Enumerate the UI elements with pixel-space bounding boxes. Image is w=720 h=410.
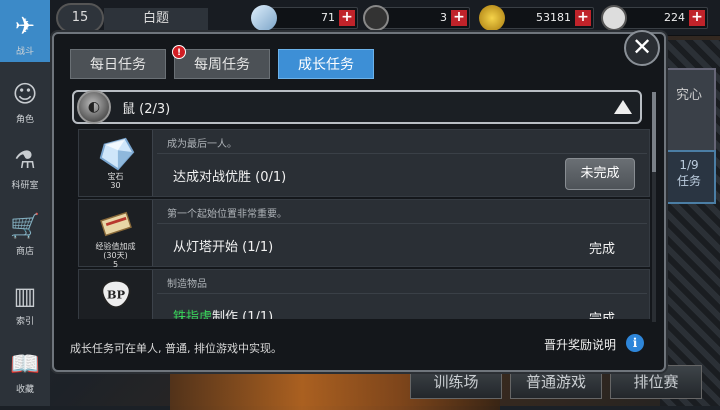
sidebar-item-character[interactable]: ☺ 角色 bbox=[0, 68, 50, 130]
quest-row: 经验值加成 (30天) 5 第一个起始位置非常重要。 从灯塔开始 (1/1) 完… bbox=[78, 199, 650, 269]
books-icon: ▥ bbox=[13, 282, 37, 310]
svg-text:BP: BP bbox=[106, 288, 125, 302]
sidebar-item-label: 角色 bbox=[15, 115, 34, 125]
quest-list[interactable]: 宝石 30 成为最后一人。 达成对战优胜 (0/1) 未完成 经验值加成 (30… bbox=[78, 129, 650, 319]
sidebar: ✈ 战斗 ☺ 角色 ⚗ 科研室 🛒 商店 ▥ 索引 📖 收藏 bbox=[0, 0, 50, 406]
reward-slot: BP bbox=[79, 270, 153, 319]
chevron-up-icon[interactable] bbox=[614, 100, 632, 114]
notification-badge: ! bbox=[172, 45, 186, 59]
divider bbox=[157, 153, 647, 154]
bp-reward-icon: BP bbox=[100, 279, 131, 309]
reward-count: 5 bbox=[112, 260, 119, 269]
add-chip-button[interactable]: + bbox=[451, 10, 467, 26]
close-button[interactable]: ✕ bbox=[624, 30, 660, 66]
quest-group-header[interactable]: ◐ 鼠 (2/3) bbox=[72, 90, 642, 124]
crystal-counter: 71 + bbox=[251, 5, 358, 31]
crystal-value: 71 bbox=[321, 11, 335, 24]
incomplete-button[interactable]: 未完成 bbox=[565, 158, 635, 190]
crystal-icon bbox=[251, 5, 277, 31]
background-panel-text: 究心 bbox=[675, 88, 702, 103]
character-icon: ☺ bbox=[12, 80, 38, 108]
lab-icon: ⚗ bbox=[14, 146, 36, 174]
battle-icon: ✈ bbox=[14, 12, 36, 40]
top-bar: 15 白题 71 + 3 + 53181 + 224 + bbox=[0, 0, 720, 36]
reward-label: 宝石 bbox=[107, 172, 124, 181]
reward-label: 经验值加成 bbox=[95, 242, 136, 251]
reward-slot: 经验值加成 (30天) 5 bbox=[79, 200, 153, 269]
bp-value: 224 bbox=[664, 11, 685, 24]
background-panel: 究心 bbox=[662, 68, 716, 158]
background-task-text: 1/9 任务 bbox=[676, 158, 701, 188]
quest-row: BP 制造物品 铁指虎制作 (1/1) 完成 bbox=[78, 269, 650, 319]
gold-value: 53181 bbox=[536, 11, 571, 24]
sidebar-item-label: 收藏 bbox=[15, 385, 34, 395]
quest-description: 制造物品 bbox=[167, 279, 207, 290]
sidebar-item-index[interactable]: ▥ 索引 bbox=[0, 270, 50, 332]
growth-quest-hint: 成长任务可在单人, 普通, 排位游戏中实现。 bbox=[70, 342, 282, 355]
coin-icon bbox=[479, 5, 505, 31]
tab-weekly[interactable]: 每周任务 bbox=[174, 49, 270, 79]
background-task-panel: 1/9 任务 bbox=[662, 150, 716, 204]
sidebar-item-lab[interactable]: ⚗ 科研室 bbox=[0, 134, 50, 196]
quest-dialog: 每日任务 每周任务 ! 成长任务 ◐ 鼠 (2/3) 宝石 30 成为最后一人。… bbox=[52, 32, 666, 372]
reward-sublabel: (30天) bbox=[103, 251, 128, 260]
sidebar-item-label: 索引 bbox=[15, 317, 34, 327]
quest-item-highlight: 铁指虎 bbox=[173, 310, 213, 319]
complete-status: 完成 bbox=[589, 308, 615, 319]
chip-value: 3 bbox=[440, 11, 447, 24]
bp-counter: 224 + bbox=[601, 5, 708, 31]
sidebar-item-label: 战斗 bbox=[15, 47, 34, 57]
quest-description: 第一个起始位置非常重要。 bbox=[167, 209, 287, 220]
cart-icon: 🛒 bbox=[10, 212, 40, 240]
chip-counter: 3 + bbox=[363, 5, 470, 31]
reward-slot: 宝石 30 bbox=[79, 130, 153, 196]
add-bp-button[interactable]: + bbox=[689, 10, 705, 26]
quest-description: 成为最后一人。 bbox=[167, 139, 237, 150]
player-rank: 白题 bbox=[104, 8, 208, 30]
sidebar-item-collection[interactable]: 📖 收藏 bbox=[0, 338, 50, 400]
quest-task-rest: 制作 (1/1) bbox=[212, 310, 274, 319]
quest-task: 从灯塔开始 (1/1) bbox=[173, 240, 274, 255]
exp-book-icon bbox=[99, 211, 132, 237]
tab-growth[interactable]: 成长任务 bbox=[278, 49, 374, 79]
sidebar-item-label: 科研室 bbox=[11, 181, 39, 191]
sidebar-item-battle[interactable]: ✈ 战斗 bbox=[0, 0, 50, 62]
quest-group-title: 鼠 (2/3) bbox=[122, 102, 171, 117]
promotion-reward-link[interactable]: 晋升奖励说明 bbox=[544, 336, 616, 353]
rat-avatar-icon: ◐ bbox=[77, 90, 111, 124]
reward-count: 30 bbox=[110, 181, 121, 190]
sidebar-item-label: 商店 bbox=[15, 247, 34, 257]
quest-row: 宝石 30 成为最后一人。 达成对战优胜 (0/1) 未完成 bbox=[78, 129, 650, 197]
sidebar-item-shop[interactable]: 🛒 商店 bbox=[0, 200, 50, 262]
add-crystal-button[interactable]: + bbox=[339, 10, 355, 26]
divider bbox=[157, 223, 647, 224]
divider bbox=[157, 293, 647, 294]
quest-task: 铁指虎制作 (1/1) bbox=[173, 306, 273, 319]
quest-task: 达成对战优胜 (0/1) bbox=[173, 170, 287, 185]
gold-counter: 53181 + bbox=[479, 5, 594, 31]
tab-daily[interactable]: 每日任务 bbox=[70, 49, 166, 79]
chip-icon bbox=[363, 5, 389, 31]
scrollbar-thumb[interactable] bbox=[652, 92, 656, 172]
player-level: 15 bbox=[56, 3, 104, 33]
bp-icon bbox=[601, 5, 627, 31]
book-icon: 📖 bbox=[10, 350, 40, 378]
gem-icon bbox=[99, 137, 134, 171]
add-gold-button[interactable]: + bbox=[575, 10, 591, 26]
info-icon[interactable]: i bbox=[626, 334, 644, 352]
complete-status: 完成 bbox=[588, 242, 615, 257]
